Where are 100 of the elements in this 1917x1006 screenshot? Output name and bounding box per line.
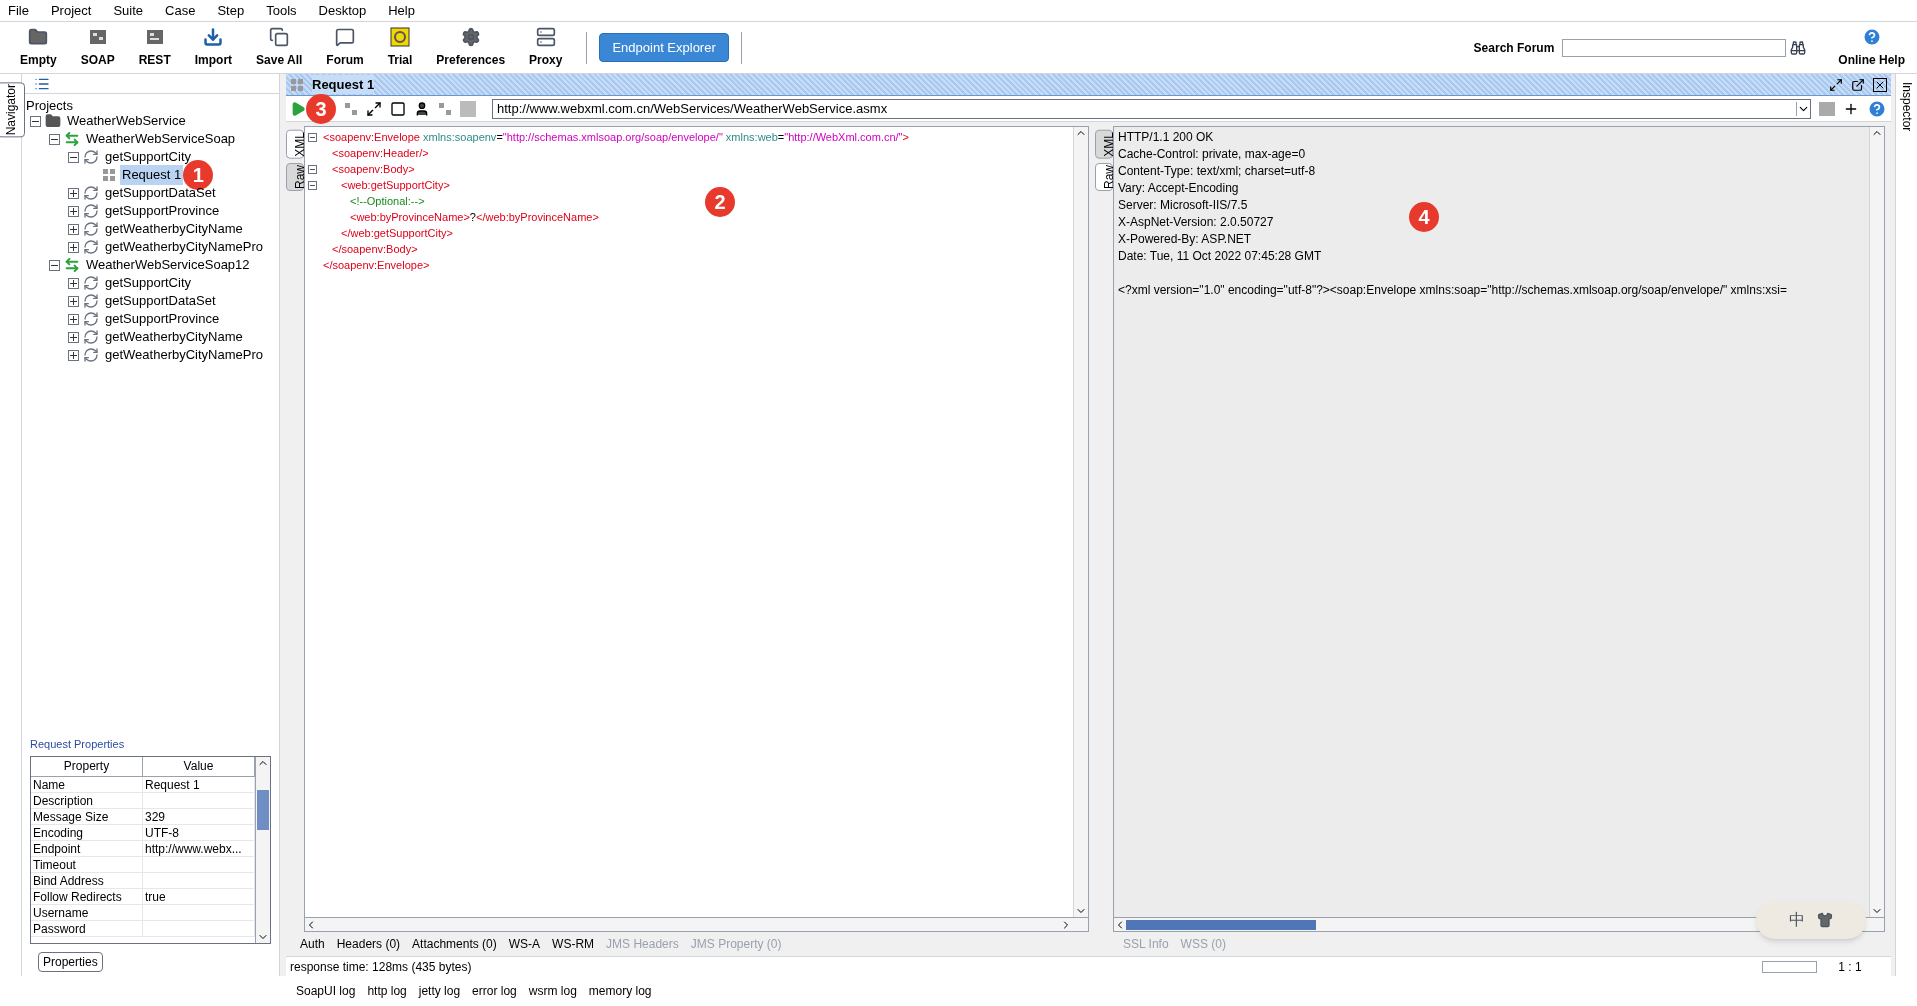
ime-language[interactable]: 中 [1789,908,1805,932]
toolbar-button[interactable]: Preferences [424,26,518,69]
search-label: Search Forum [1473,39,1555,57]
fold-toggle[interactable] [307,180,317,190]
scroll-thumb[interactable] [1126,919,1316,930]
tree-item[interactable]: getSupportDataSet [103,291,218,311]
grid-icon[interactable] [438,101,452,116]
editor-tab[interactable]: XML [1095,130,1113,159]
column-header[interactable]: Property [31,757,143,776]
response-line: Vary: Accept-Encoding [1118,180,1239,197]
toolbar-button[interactable]: Trial [375,26,425,69]
maximize-icon[interactable] [1829,77,1843,92]
help-icon[interactable] [1867,98,1887,119]
properties-tab[interactable]: Properties [38,952,103,972]
response-line: X-Powered-By: ASP.NET [1118,231,1252,248]
expand-toggle[interactable] [68,277,79,289]
collapse-toggle[interactable] [49,133,60,145]
menu-item[interactable]: Desktop [318,0,367,21]
collapse-toggle[interactable] [30,115,41,127]
tree-item[interactable]: WeatherWebServiceSoap [84,129,238,149]
expand-toggle[interactable] [68,205,79,217]
expand-toggle[interactable] [68,331,79,343]
online-help-button[interactable]: Online Help [1838,26,1905,69]
menu-item[interactable]: Tools [266,0,297,21]
toolbar-button[interactable]: Import [182,26,245,69]
collapse-toggle[interactable] [49,259,60,271]
tree-item[interactable]: Request 1 [120,165,184,185]
scrollbar[interactable] [1869,127,1884,917]
menu-item[interactable]: Case [165,0,196,21]
resize-icon[interactable] [366,100,382,117]
log-tab[interactable]: memory log [588,982,652,1000]
toolbar-button[interactable]: Empty [8,26,69,69]
log-tab[interactable]: jetty log [418,982,461,1000]
endpoint-explorer-button[interactable]: Endpoint Explorer [599,32,729,63]
run-icon[interactable] [290,100,306,117]
expand-toggle[interactable] [68,241,79,253]
code-line: </web:getSupportCity> [341,225,453,241]
expand-toggle[interactable] [68,223,79,235]
menu-item[interactable]: Suite [113,0,144,21]
request-tab[interactable]: Headers (0) [336,935,401,953]
endpoint-field[interactable]: http://www.webxml.com.cn/WebServices/WeatherWebService.asmx [492,98,1811,119]
cursor-position: 1 : 1 [1837,958,1863,976]
expand-toggle[interactable] [68,187,79,199]
annotation-marker: 3 [306,93,336,124]
log-tab[interactable]: http log [367,982,407,1000]
tree-item[interactable]: getWeatherbyCityName [103,219,245,239]
stop-icon[interactable] [390,100,406,117]
detach-icon[interactable] [1851,77,1865,92]
toolbar-button[interactable]: Proxy [517,26,575,69]
log-tab[interactable]: error log [472,982,517,1000]
close-icon[interactable] [1873,77,1887,92]
tree-item[interactable]: WeatherWebService [65,111,188,131]
request-tab[interactable]: WS-A [508,935,541,953]
tree-item[interactable]: getWeatherbyCityNamePro [103,237,265,257]
fold-toggle[interactable] [307,132,317,142]
tree-item[interactable]: WeatherWebServiceSoap12 [84,255,252,275]
toolbar-button[interactable]: Save All [244,26,315,69]
log-tab[interactable]: wsrm log [528,982,577,1000]
tree-item[interactable]: getSupportCity [103,273,193,293]
menu-item[interactable]: Project [50,0,92,21]
scrollbar[interactable] [255,757,270,943]
tree-item[interactable]: getWeatherbyCityNamePro [103,345,265,365]
scrollbar[interactable] [1073,127,1088,917]
search-icon[interactable] [1790,39,1807,56]
tree-item[interactable]: getSupportProvince [103,309,222,329]
refresh-icon [83,275,99,291]
table-cell: Timeout [31,857,143,872]
request-tab[interactable]: WS-RM [552,935,595,953]
editor-tab[interactable]: XML [286,130,304,159]
ime-widget[interactable]: 中 [1756,901,1866,939]
editor-tab[interactable]: Raw [1095,162,1113,191]
fold-toggle[interactable] [307,164,317,174]
tree-item[interactable]: getSupportProvince [103,201,222,221]
tree-item[interactable]: getWeatherbyCityName [103,327,245,347]
toolbar-button[interactable]: SOAP [68,26,127,69]
toolbar-button[interactable]: Forum [314,26,376,69]
copy-icon [269,26,290,47]
user-icon[interactable] [414,100,430,117]
grid-icon[interactable] [344,101,358,116]
scroll-thumb[interactable] [257,790,269,830]
inspector-tab[interactable]: Inspector [1897,82,1916,132]
navigator-tab[interactable]: Navigator [0,82,25,138]
table-cell: Bind Address [31,873,143,888]
menu-item[interactable]: Step [217,0,245,21]
search-field[interactable] [1562,38,1787,57]
code-line: <soapenv:Envelope xmlns:soapenv="http://schemas.xmlsoap.org/soap/envelope/" xmlns:web="http://WebXml.com.cn/"> [323,129,909,145]
menu-item[interactable]: File [8,0,29,21]
editor-tab[interactable]: Raw [286,162,304,191]
menu-item[interactable]: Help [388,0,415,21]
expand-toggle[interactable] [68,349,79,361]
request-tab[interactable]: Auth [300,935,325,953]
code-line: <soapenv:Header/> [332,145,429,161]
expand-toggle[interactable] [68,313,79,325]
log-tab[interactable]: SoapUI log [296,982,356,1000]
request-tab[interactable]: Attachments (0) [412,935,497,953]
collapse-toggle[interactable] [68,151,79,163]
table-cell: Message Size [31,809,143,824]
toolbar-button[interactable]: REST [126,26,183,69]
response-line: Date: Tue, 11 Oct 2022 07:45:28 GMT [1118,248,1322,265]
expand-toggle[interactable] [68,295,79,307]
